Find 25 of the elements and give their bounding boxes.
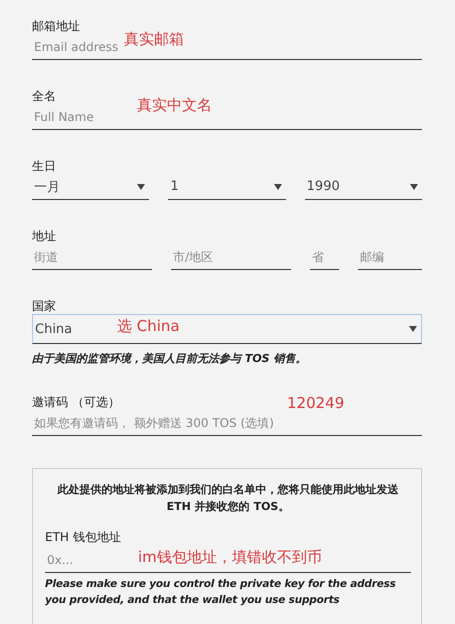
caret-icon — [409, 326, 417, 332]
caret-icon — [137, 184, 146, 190]
input-field[interactable]: 市/地区 — [171, 244, 291, 270]
field-label: 邀请码 （可选） — [32, 394, 120, 410]
whitelist-message: 此处提供的地址将被添加到我们的白名单中，您将只能使用此地址发送 ETH 并接收您的 TOS。 — [56, 482, 400, 515]
annotation: im钱包地址，填错收不到币 — [138, 548, 322, 567]
field-label: 邮箱地址 — [32, 18, 80, 34]
field-label: 地址 — [32, 228, 56, 244]
input-field[interactable]: 省 — [310, 244, 339, 270]
warning-text: Please make sure you control the private key for the address you provided, and that the wallet you use supports — [45, 577, 397, 608]
caret-icon — [410, 184, 418, 190]
input-field[interactable]: 如果您有邀请码， 额外赠送 300 TOS (选填) — [32, 410, 422, 436]
dropdown[interactable]: 1 — [168, 174, 286, 200]
input-field[interactable]: 邮编 — [358, 244, 422, 270]
dropdown[interactable]: 一月 — [32, 174, 150, 200]
warning-text: 由于美国的监管环境，美国人目前无法参与 TOS 销售。 — [32, 351, 308, 366]
field-label: 全名 — [32, 88, 56, 104]
field-label: 生日 — [32, 158, 56, 174]
caret-icon — [274, 184, 282, 190]
field-label: ETH 钱包地址 — [45, 529, 122, 545]
dropdown[interactable]: 1990 — [304, 174, 422, 200]
field-label: 国家 — [32, 298, 56, 314]
annotation: 120249 — [287, 394, 344, 412]
annotation: 选 China — [117, 317, 180, 336]
input-field[interactable]: 街道 — [32, 244, 152, 270]
